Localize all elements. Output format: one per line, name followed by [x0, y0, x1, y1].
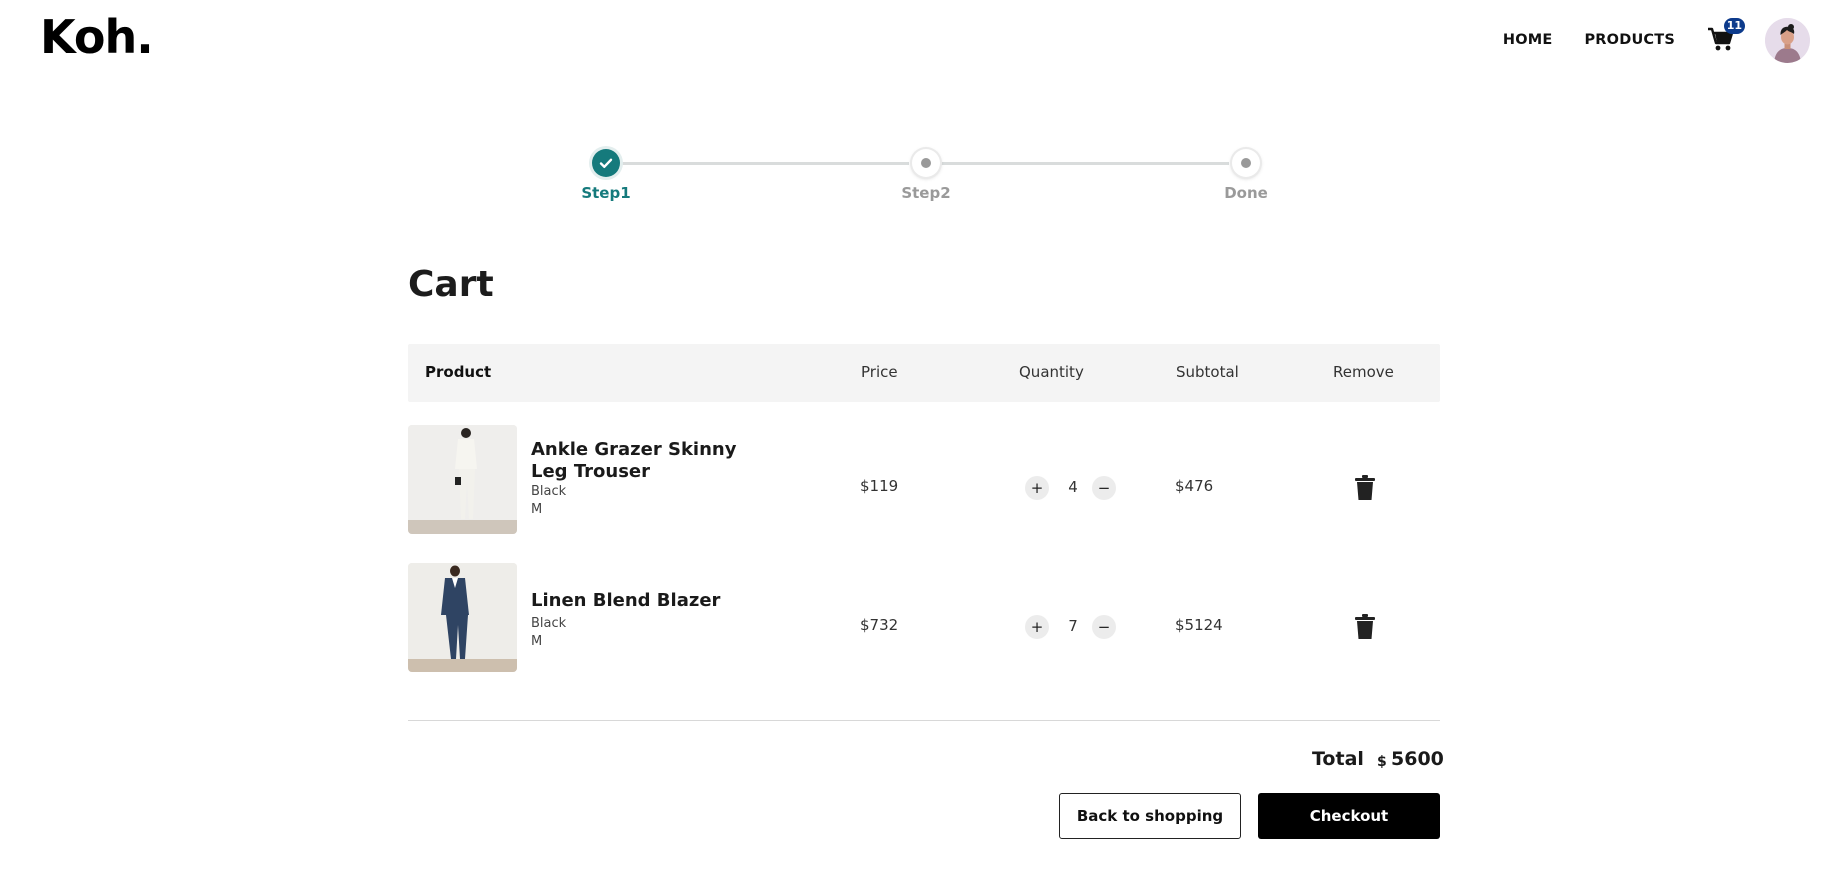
product-color: Black	[531, 484, 567, 499]
quantity-decrease-button[interactable]: −	[1092, 615, 1116, 639]
step2-label: Step2	[901, 184, 951, 202]
product-thumbnail[interactable]	[408, 563, 517, 672]
product-image	[408, 563, 517, 672]
row-subtotal: $476	[1175, 477, 1214, 495]
remove-item-button[interactable]	[1354, 475, 1376, 501]
top-nav: HOME PRODUCTS 11	[1503, 0, 1832, 80]
trash-icon	[1355, 475, 1375, 500]
quantity-value: 4	[1068, 478, 1078, 496]
product-size: M	[531, 502, 543, 517]
cart-count-badge: 11	[1723, 18, 1745, 34]
total-value: 5600	[1391, 748, 1444, 770]
user-avatar[interactable]	[1765, 17, 1810, 63]
cart-row: Ankle Grazer Skinny Leg Trouser Black M …	[408, 425, 1440, 535]
step-done-node[interactable]	[1232, 149, 1260, 177]
quantity-increase-button[interactable]: +	[1025, 476, 1049, 500]
nav-products-link[interactable]: PRODUCTS	[1584, 32, 1675, 48]
total-currency: $	[1377, 754, 1387, 770]
checkout-stepper: Step1 Step2 Done	[581, 146, 1268, 206]
column-product: Product	[425, 363, 492, 381]
cart-button[interactable]: 11	[1707, 18, 1745, 56]
avatar-icon	[1765, 17, 1810, 63]
trash-icon	[1355, 614, 1375, 639]
product-price: $732	[860, 616, 899, 634]
step1-label: Step1	[581, 184, 631, 202]
cart-table-header: Product Price Quantity Subtotal Remove	[408, 344, 1440, 402]
back-to-shopping-button[interactable]: Back to shopping	[1059, 793, 1241, 839]
column-subtotal: Subtotal	[1176, 363, 1239, 381]
stepper-connector	[929, 162, 1229, 165]
step-done-label: Done	[1224, 184, 1268, 202]
total-label: Total	[1312, 748, 1364, 770]
column-remove: Remove	[1333, 363, 1394, 381]
row-subtotal: $5124	[1175, 616, 1223, 634]
checkout-button[interactable]: Checkout	[1258, 793, 1440, 839]
product-price: $119	[860, 477, 899, 495]
cart-row: Linen Blend Blazer Black M $732 + 7 − $5…	[408, 563, 1440, 673]
remove-item-button[interactable]	[1354, 614, 1376, 640]
product-image	[408, 425, 517, 534]
brand-logo[interactable]: Koh.	[40, 10, 154, 64]
step2-node[interactable]	[912, 149, 940, 177]
product-thumbnail[interactable]	[408, 425, 517, 534]
quantity-value: 7	[1068, 617, 1078, 635]
check-icon	[599, 158, 613, 168]
product-size: M	[531, 634, 543, 649]
stepper-connector	[609, 162, 909, 165]
product-name[interactable]: Linen Blend Blazer	[531, 590, 771, 612]
product-name[interactable]: Ankle Grazer Skinny Leg Trouser	[531, 439, 771, 483]
nav-home-link[interactable]: HOME	[1503, 32, 1553, 48]
quantity-decrease-button[interactable]: −	[1092, 476, 1116, 500]
page-title: Cart	[408, 264, 494, 305]
quantity-increase-button[interactable]: +	[1025, 615, 1049, 639]
column-quantity: Quantity	[1019, 363, 1084, 381]
column-price: Price	[861, 363, 898, 381]
cart-divider	[408, 720, 1440, 721]
step1-node[interactable]	[592, 149, 620, 177]
product-color: Black	[531, 616, 567, 631]
